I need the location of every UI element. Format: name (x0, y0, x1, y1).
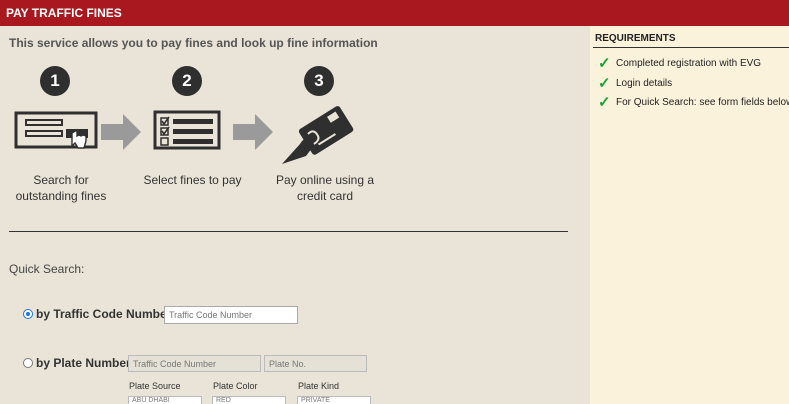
step-2-label: Select fines to pay (143, 173, 242, 187)
plate-kind-label: Plate Kind (298, 381, 340, 391)
page-title: PAY TRAFFIC FINES (6, 6, 122, 20)
radio-traffic-code-label[interactable]: by Traffic Code Number (36, 307, 171, 321)
arrow-right-icon (101, 114, 141, 155)
intro-text: This service allows you to pay fines and… (9, 36, 378, 50)
step-3-label: Pay online using a credit card (275, 173, 375, 203)
plate-color-select[interactable]: RED (212, 396, 286, 404)
quick-search-title: Quick Search: (9, 262, 85, 276)
checkmark-icon: ✓ (598, 55, 611, 72)
section-divider (9, 231, 568, 232)
plate-number-input[interactable] (264, 355, 367, 372)
page-header: PAY TRAFFIC FINES (0, 0, 789, 26)
plate-source-label: Plate Source (129, 381, 181, 391)
requirements-divider (593, 47, 789, 48)
plate-color-label: Plate Color (213, 381, 258, 391)
search-form-click-icon (14, 111, 98, 156)
requirements-panel: REQUIREMENTS ✓ Completed registration wi… (590, 26, 789, 404)
radio-plate-number-label[interactable]: by Plate Number (36, 356, 131, 370)
radio-traffic-code[interactable] (23, 309, 33, 319)
arrow-right-icon (233, 114, 273, 155)
checkmark-icon: ✓ (598, 94, 611, 111)
traffic-code-input[interactable] (164, 306, 298, 324)
step-2-number: 2 (172, 66, 202, 96)
requirements-title: REQUIREMENTS (595, 33, 676, 44)
plate-traffic-code-input[interactable] (128, 355, 261, 372)
step-1-label: Search for outstanding fines (15, 173, 107, 203)
checkmark-icon: ✓ (598, 75, 611, 92)
checklist-icon (153, 110, 221, 155)
plate-source-select[interactable]: ABU DHABI (128, 396, 202, 404)
step-3-number: 3 (304, 66, 334, 96)
step-1-number: 1 (40, 66, 70, 96)
radio-plate-number[interactable] (23, 358, 33, 368)
credit-card-hand-icon (278, 104, 366, 175)
main-panel: This service allows you to pay fines and… (0, 26, 590, 404)
plate-kind-select[interactable]: PRIVATE (297, 396, 371, 404)
